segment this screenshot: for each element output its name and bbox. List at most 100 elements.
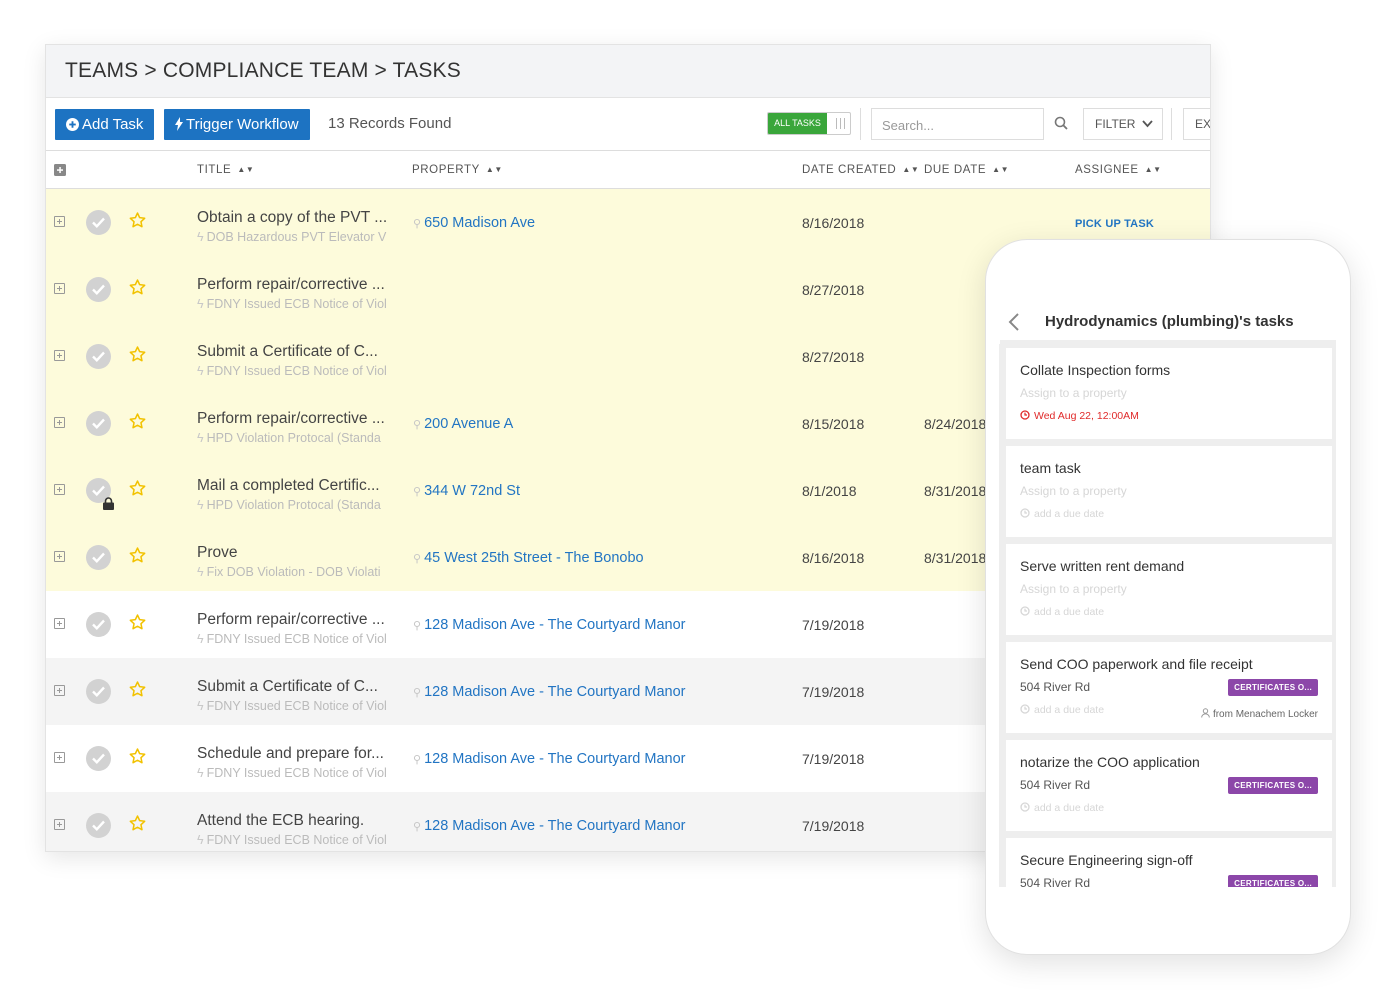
mobile-task-property[interactable]: Assign to a property [1020,582,1127,596]
expand-icon[interactable] [54,350,65,361]
date-created: 7/19/2018 [802,751,865,767]
star-icon[interactable] [129,346,146,362]
check-circle-icon[interactable] [86,746,111,771]
mobile-task-title: Secure Engineering sign-off [1020,852,1193,868]
mobile-task-property: 504 River Rd [1020,680,1091,694]
chevron-left-icon[interactable] [1008,312,1020,332]
trigger-workflow-button[interactable]: Trigger Workflow [164,109,310,140]
bolt-icon: ϟ [197,364,204,378]
property-link[interactable]: 128 Madison Ave - The Courtyard Manor [413,617,685,633]
pick-up-task-link[interactable]: PICK UP TASK [1075,218,1154,230]
mobile-task-card[interactable]: team task Assign to a property add a due d… [1006,446,1332,537]
column-property[interactable]: PROPERTY ▲▼ [412,164,503,176]
task-title[interactable]: Perform repair/corrective ... [197,410,402,428]
task-title[interactable]: Perform repair/corrective ... [197,611,402,629]
search-button[interactable] [1043,108,1078,140]
mobile-task-card[interactable]: Send COO paperwork and file receipt 504 R… [1006,642,1332,733]
workflow-name-label: HPD Violation Protocal (Standa [206,498,381,512]
star-icon[interactable] [129,480,146,496]
all-tasks-toggle[interactable]: ALL TASKS [767,112,851,135]
star-icon[interactable] [129,547,146,563]
mobile-task-due-date[interactable]: add a due date [1020,606,1104,618]
workflow-name-label: FDNY Issued ECB Notice of Viol [206,833,387,847]
column-due-date[interactable]: DUE DATE ▲▼ [924,164,1009,176]
check-circle-icon[interactable] [86,545,111,570]
column-title[interactable]: TITLE ▲▼ [197,164,254,176]
expand-icon[interactable] [54,752,65,763]
task-title[interactable]: Submit a Certificate of C... [197,678,402,696]
mobile-title: Hydrodynamics (plumbing)'s tasks [1045,313,1294,330]
task-title[interactable]: Attend the ECB hearing. [197,812,402,830]
property-link[interactable]: 128 Madison Ave - The Courtyard Manor [413,818,685,834]
mobile-task-card[interactable]: notarize the COO application 504 River Rd… [1006,740,1332,831]
toggle-handle-icon [836,118,845,129]
export-button[interactable]: EX [1183,108,1210,140]
property-link[interactable]: 200 Avenue A [413,416,513,432]
plus-square-icon[interactable] [54,164,66,176]
mobile-task-due-date[interactable]: add a due date [1020,802,1104,814]
user-icon [1201,708,1210,718]
check-circle-icon[interactable] [86,411,111,436]
filter-button[interactable]: FILTER [1083,108,1163,140]
check-circle-icon[interactable] [86,210,111,235]
task-title[interactable]: Obtain a copy of the PVT ... [197,209,402,227]
mobile-task-due-date[interactable]: Wed Aug 22, 12:00AM [1020,410,1139,422]
mobile-task-due-date[interactable]: add a due date [1020,508,1104,520]
mobile-task-title: Collate Inspection forms [1020,362,1171,378]
expand-icon[interactable] [54,551,65,562]
search-icon [1054,116,1068,130]
star-icon[interactable] [129,212,146,228]
add-task-button[interactable]: Add Task [55,109,155,140]
breadcrumb: TEAMS > COMPLIANCE TEAM > TASKS [46,45,1210,98]
column-date-created[interactable]: DATE CREATED ▲▼ [802,164,919,176]
task-title[interactable]: Prove [197,544,402,562]
star-icon[interactable] [129,614,146,630]
star-icon[interactable] [129,279,146,295]
property-link[interactable]: 650 Madison Ave [413,215,535,231]
star-icon[interactable] [129,413,146,429]
task-title[interactable]: Schedule and prepare for... [197,745,402,763]
mobile-header: Hydrodynamics (plumbing)'s tasks [1000,302,1336,344]
task-title[interactable]: Perform repair/corrective ... [197,276,402,294]
expand-icon[interactable] [54,484,65,495]
bolt-icon: ϟ [197,699,204,713]
check-circle-icon[interactable] [86,612,111,637]
column-assignee[interactable]: ASSIGNEE ▲▼ [1075,164,1162,176]
mobile-task-due-date[interactable]: add a due date [1020,704,1104,716]
expand-icon[interactable] [54,216,65,227]
task-title[interactable]: Submit a Certificate of C... [197,343,402,361]
mobile-task-due-date-label: add a due date [1034,508,1105,520]
check-circle-icon[interactable] [86,679,111,704]
divider [860,108,861,140]
mobile-task-property[interactable]: Assign to a property [1020,484,1127,498]
mobile-task-property[interactable]: Assign to a property [1020,386,1127,400]
divider [1171,108,1172,140]
check-circle-icon[interactable] [86,344,111,369]
expand-icon[interactable] [54,819,65,830]
mobile-task-card[interactable]: Serve written rent demand Assign to a pro… [1006,544,1332,635]
property-link[interactable]: 128 Madison Ave - The Courtyard Manor [413,684,685,700]
mobile-task-due-date-label: add a due date [1034,802,1105,814]
star-icon[interactable] [129,748,146,764]
sort-icon: ▲▼ [1144,165,1162,174]
property-link[interactable]: 45 West 25th Street - The Bonobo [413,550,644,566]
mobile-task-card[interactable]: Secure Engineering sign-off 504 River Rd C… [1006,838,1332,887]
mobile-task-card[interactable]: Collate Inspection forms Assign to a prop… [1006,348,1332,439]
date-created: 7/19/2018 [802,818,865,834]
mobile-task-due-date-label: add a due date [1034,704,1105,716]
workflow-name: ϟ FDNY Issued ECB Notice of Viol [197,632,402,646]
check-circle-icon[interactable] [86,277,111,302]
task-title[interactable]: Mail a completed Certific... [197,477,402,495]
expand-icon[interactable] [54,417,65,428]
workflow-name-label: HPD Violation Protocal (Standa [206,431,381,445]
clock-icon [1020,802,1030,812]
property-link[interactable]: 344 W 72nd St [413,483,520,499]
star-icon[interactable] [129,815,146,831]
star-icon[interactable] [129,681,146,697]
property-link[interactable]: 128 Madison Ave - The Courtyard Manor [413,751,685,767]
assigned-from-label: from Menachem Locker [1212,709,1318,720]
expand-icon[interactable] [54,618,65,629]
expand-icon[interactable] [54,685,65,696]
check-circle-icon[interactable] [86,813,111,838]
expand-icon[interactable] [54,283,65,294]
